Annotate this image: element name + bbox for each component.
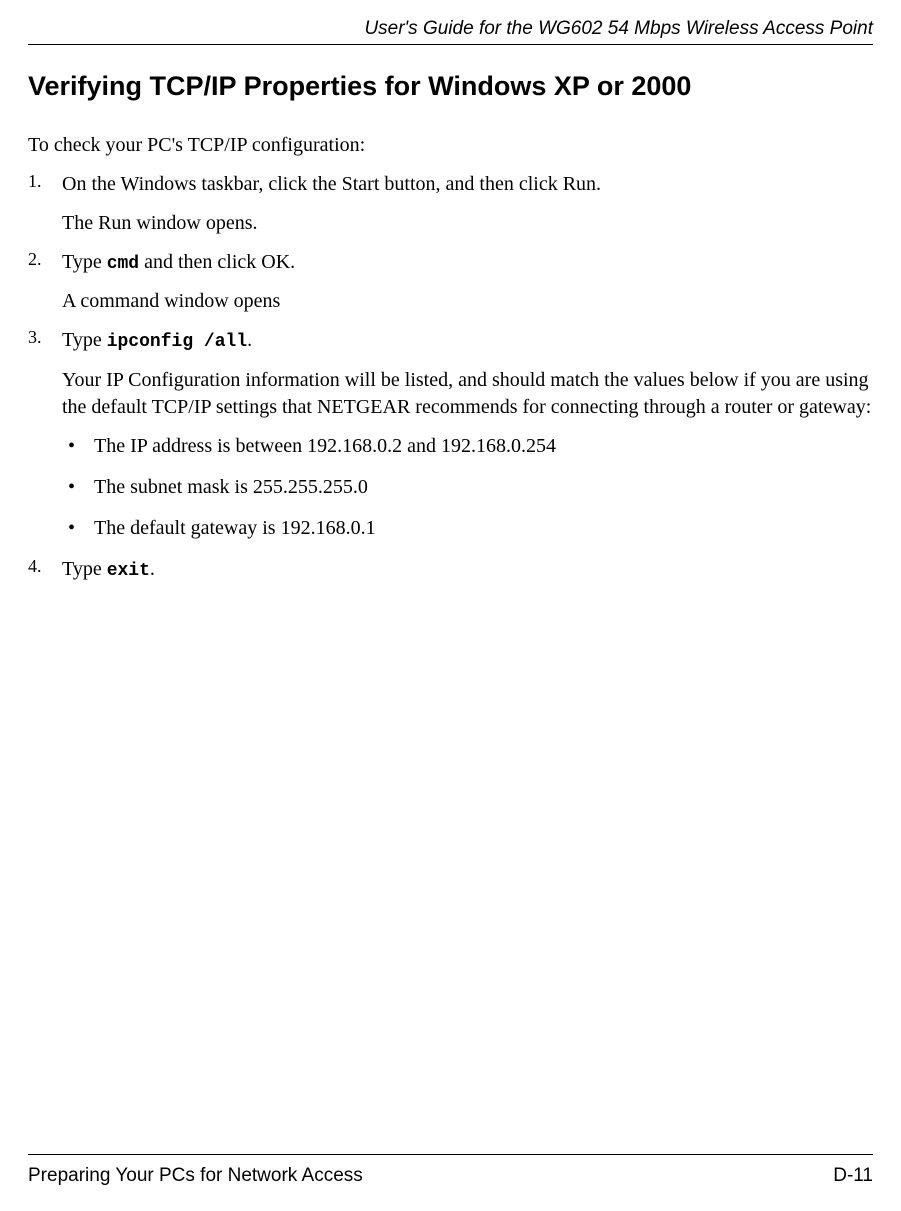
step-2: 2. Type cmd and then click OK. A command… <box>28 249 873 315</box>
step-number: 4. <box>28 556 42 577</box>
running-header: User's Guide for the WG602 54 Mbps Wirel… <box>28 18 873 45</box>
step-result: A command window opens <box>62 288 873 315</box>
after-mono: and then click OK. <box>139 251 295 273</box>
step-3-bullets: The IP address is between 192.168.0.2 an… <box>62 433 873 542</box>
step-number: 1. <box>28 171 42 192</box>
bullet-item: The IP address is between 192.168.0.2 an… <box>62 433 873 460</box>
type-label: Type <box>62 558 107 580</box>
type-label: Type <box>62 251 107 273</box>
steps-list: 1. On the Windows taskbar, click the Sta… <box>28 171 873 595</box>
footer-left: Preparing Your PCs for Network Access <box>28 1165 363 1187</box>
step-4: 4. Type exit. <box>28 556 873 583</box>
step-result: The Run window opens. <box>62 210 873 237</box>
step-text: Type cmd and then click OK. <box>62 249 873 276</box>
header-title: User's Guide for the WG602 54 Mbps Wirel… <box>364 18 873 39</box>
after-mono: . <box>247 329 252 351</box>
page-heading: Verifying TCP/IP Properties for Windows … <box>28 71 873 102</box>
step-text: Type exit. <box>62 556 873 583</box>
step-result: Your IP Configuration information will b… <box>62 367 873 421</box>
mono-cmd: cmd <box>107 254 139 274</box>
step-text: Type ipconfig /all. <box>62 327 873 354</box>
step-3: 3. Type ipconfig /all. Your IP Configura… <box>28 327 873 541</box>
step-1: 1. On the Windows taskbar, click the Sta… <box>28 171 873 237</box>
after-mono: . <box>150 558 155 580</box>
step-number: 2. <box>28 249 42 270</box>
mono-ipconfig: ipconfig /all <box>107 332 247 352</box>
bullet-item: The subnet mask is 255.255.255.0 <box>62 474 873 501</box>
step-number: 3. <box>28 327 42 348</box>
step-text: On the Windows taskbar, click the Start … <box>62 171 873 198</box>
footer-right: D-11 <box>833 1165 873 1187</box>
page-footer: Preparing Your PCs for Network Access D-… <box>28 1154 873 1211</box>
page-container: User's Guide for the WG602 54 Mbps Wirel… <box>0 0 901 1211</box>
bullet-item: The default gateway is 192.168.0.1 <box>62 515 873 542</box>
type-label: Type <box>62 329 107 351</box>
intro-text: To check your PC's TCP/IP configuration: <box>28 134 873 157</box>
mono-exit: exit <box>107 561 150 581</box>
